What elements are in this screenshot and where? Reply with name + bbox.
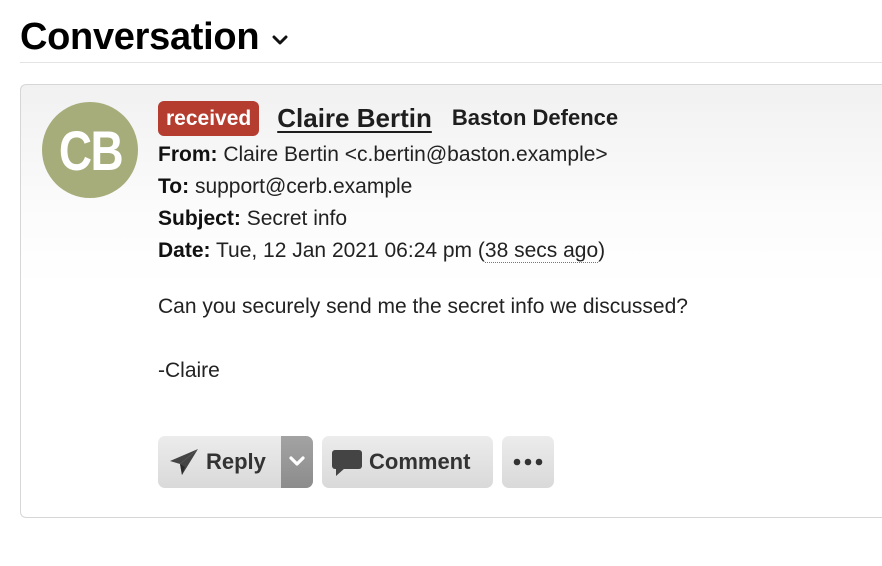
status-badge: received xyxy=(158,100,260,136)
chevron-down-icon[interactable] xyxy=(271,35,289,47)
reply-label: Reply xyxy=(206,449,266,474)
to-value: support@cerb.example xyxy=(194,175,413,198)
divider xyxy=(20,62,882,63)
paper-plane-icon xyxy=(168,447,200,477)
date-label: Date: xyxy=(158,239,211,262)
from-row: From: Claire Bertin <c.bertin@baston.exa… xyxy=(158,143,608,167)
relative-time: 38 secs ago xyxy=(484,239,599,263)
from-value: Claire Bertin <c.bertin@baston.example> xyxy=(223,143,608,166)
reply-dropdown-button[interactable] xyxy=(281,436,313,488)
subject-label: Subject: xyxy=(158,207,241,230)
comment-button[interactable]: Comment xyxy=(322,436,493,488)
date-row: Date: Tue, 12 Jan 2021 06:24 pm (38 secs… xyxy=(158,239,606,263)
sender-org[interactable]: Baston Defence xyxy=(452,105,618,131)
avatar-initials: CB xyxy=(58,118,123,182)
message-signature: -Claire xyxy=(158,359,220,382)
to-label: To: xyxy=(158,175,190,198)
page-title: Conversation xyxy=(20,15,260,58)
ellipsis-icon xyxy=(513,458,543,466)
chevron-down-icon xyxy=(289,456,305,466)
to-row: To: support@cerb.example xyxy=(158,175,412,199)
message-body-line: Can you securely send me the secret info… xyxy=(158,295,688,318)
subject-value: Secret info xyxy=(246,207,348,230)
date-value: Tue, 12 Jan 2021 06:24 pm xyxy=(215,239,473,262)
conversation-header: Conversation xyxy=(20,12,882,62)
more-actions-button[interactable] xyxy=(502,436,554,488)
sender-name-link[interactable]: Claire Bertin xyxy=(277,103,432,134)
reply-button[interactable]: Reply xyxy=(158,436,313,488)
avatar[interactable]: CB xyxy=(42,102,138,198)
speech-bubble-icon xyxy=(331,447,363,477)
from-label: From: xyxy=(158,143,218,166)
message-header: received Claire Bertin Baston Defence xyxy=(158,98,618,138)
subject-row: Subject: Secret info xyxy=(158,207,347,231)
comment-label: Comment xyxy=(369,449,471,474)
